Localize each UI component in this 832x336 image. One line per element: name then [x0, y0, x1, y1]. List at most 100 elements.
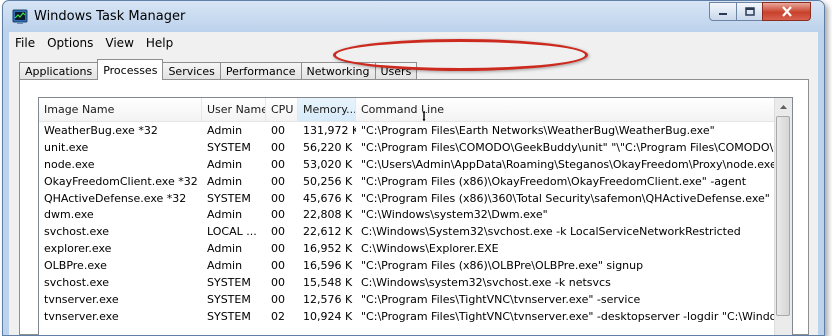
table-row[interactable]: tvnserver.exe SYSTEM 00 12,576 K "C:\Program…: [39, 291, 776, 308]
task-manager-icon: [12, 9, 28, 24]
cell-cpu: 00: [271, 225, 285, 239]
process-list[interactable]: Image Name User Name CPU Memory... Comma…: [38, 97, 793, 335]
cell-memory: 12,576 K: [303, 292, 353, 306]
cell-user-name: Admin: [207, 259, 243, 273]
table-row[interactable]: svchost.exe LOCAL ... 00 22,612 K C:\Windows…: [39, 223, 776, 240]
cell-cpu: 00: [271, 124, 285, 137]
cell-cpu: 00: [271, 174, 285, 188]
client-area: Applications Processes Services Performa…: [9, 54, 818, 335]
tab-services[interactable]: Services: [162, 62, 221, 80]
tab-processes[interactable]: Processes: [97, 59, 164, 80]
cell-image-name: unit.exe: [44, 140, 89, 154]
maximize-icon: [744, 7, 755, 16]
table-row[interactable]: node.exe Admin 00 53,020 K "C:\Users\Admin\A…: [39, 156, 776, 173]
cell-cpu: 00: [271, 292, 285, 306]
close-icon: [781, 6, 792, 17]
maximize-button[interactable]: [736, 2, 763, 21]
table-row[interactable]: OLBPre.exe Admin 00 16,596 K "C:\Program Fil…: [39, 257, 776, 274]
cell-image-name: tvnserver.exe: [44, 292, 119, 306]
scroll-thumb[interactable]: [776, 116, 790, 316]
cell-user-name: SYSTEM: [207, 276, 251, 290]
cell-image-name: tvnserver.exe: [44, 309, 119, 323]
cell-command-line: "C:\Program Files\TightVNC\tvnserver.exe…: [361, 292, 641, 306]
cell-command-line: "C:\Windows\system32\Dwm.exe": [361, 208, 548, 222]
column-header-image-name[interactable]: Image Name: [39, 98, 202, 121]
close-button[interactable]: [762, 2, 811, 21]
cell-image-name: svchost.exe: [44, 225, 110, 239]
column-header-memory[interactable]: Memory...: [298, 98, 356, 121]
menu-file[interactable]: File: [9, 36, 41, 50]
mouse-cursor-icon: [421, 110, 427, 122]
scroll-up-button[interactable]: [776, 99, 791, 114]
table-row[interactable]: tvnserver.exe SYSTEM 02 10,924 K "C:\Program…: [39, 308, 776, 325]
table-row[interactable]: svchost.exe SYSTEM 00 15,548 K C:\Windows\sy…: [39, 274, 776, 291]
cell-cpu: 00: [271, 259, 285, 273]
cell-user-name: SYSTEM: [207, 140, 251, 154]
cell-cpu: 00: [271, 208, 285, 222]
cell-memory: 53,020 K: [303, 157, 353, 171]
cell-memory: 10,924 K: [303, 309, 353, 323]
cell-command-line: "C:\Program Files (x86)\OkayFreedom\Okay…: [361, 174, 747, 188]
cell-command-line: C:\Windows\System32\svchost.exe -k Local…: [361, 225, 741, 239]
cell-command-line: "C:\Program Files (x86)\OLBPre\OLBPre.ex…: [361, 259, 644, 273]
table-row[interactable]: WeatherBug.exe *32 Admin 00 131,972 K "C:\Pr…: [39, 122, 776, 139]
cell-command-line: C:\Windows\Explorer.EXE: [361, 242, 499, 256]
cell-memory: 45,676 K: [303, 191, 353, 205]
tab-performance[interactable]: Performance: [219, 62, 302, 80]
cell-image-name: node.exe: [44, 157, 95, 171]
cell-cpu: 00: [271, 276, 285, 290]
cell-user-name: SYSTEM: [207, 309, 251, 323]
cell-memory: 22,808 K: [303, 208, 353, 222]
cell-user-name: SYSTEM: [207, 292, 251, 306]
cell-user-name: Admin: [207, 174, 243, 188]
cell-user-name: Admin: [207, 157, 243, 171]
cell-command-line: C:\Windows\system32\svchost.exe -k netsv…: [361, 276, 611, 290]
command-line-highlight-ring: [333, 39, 588, 71]
cell-command-line: "C:\Program Files\COMODO\GeekBuddy\unit"…: [361, 140, 776, 154]
processes-panel: Image Name User Name CPU Memory... Comma…: [19, 79, 809, 335]
cell-user-name: Admin: [207, 208, 243, 222]
menu-view[interactable]: View: [99, 36, 139, 50]
minimize-icon: [719, 12, 727, 15]
cell-cpu: 00: [271, 242, 285, 256]
cell-memory: 131,972 K: [303, 124, 356, 137]
cell-cpu: 00: [271, 140, 285, 154]
cell-user-name: SYSTEM: [207, 191, 251, 205]
menu-options[interactable]: Options: [41, 36, 99, 50]
table-row[interactable]: explorer.exe Admin 00 16,952 K C:\Windows\Ex…: [39, 240, 776, 257]
table-row[interactable]: unit.exe SYSTEM 00 56,220 K "C:\Program File…: [39, 139, 776, 156]
column-header-user-name[interactable]: User Name: [202, 98, 266, 121]
cell-image-name: dwm.exe: [44, 208, 94, 222]
menu-help[interactable]: Help: [140, 36, 179, 50]
cell-image-name: svchost.exe: [44, 276, 110, 290]
column-header-cpu[interactable]: CPU: [266, 98, 298, 121]
minimize-button[interactable]: [709, 2, 737, 21]
tab-applications[interactable]: Applications: [19, 62, 99, 80]
cell-cpu: 00: [271, 157, 285, 171]
cell-memory: 50,256 K: [303, 174, 353, 188]
chevron-up-icon: [780, 104, 787, 109]
cell-cpu: 02: [271, 309, 285, 323]
table-row[interactable]: OkayFreedomClient.exe *32 Admin 00 50,256 K…: [39, 173, 776, 190]
table-row[interactable]: QHActiveDefense.exe *32 SYSTEM 00 45,676 K "…: [39, 190, 776, 207]
cell-user-name: Admin: [207, 124, 243, 137]
column-header-row: Image Name User Name CPU Memory... Comma…: [39, 98, 776, 122]
cell-memory: 22,612 K: [303, 225, 353, 239]
table-row[interactable]: dwm.exe Admin 00 22,808 K "C:\Windows\system…: [39, 206, 776, 223]
cell-user-name: Admin: [207, 242, 243, 256]
cell-memory: 15,548 K: [303, 276, 353, 290]
cell-image-name: QHActiveDefense.exe *32: [44, 191, 187, 205]
title-bar[interactable]: Windows Task Manager: [3, 1, 824, 32]
cell-memory: 16,596 K: [303, 259, 353, 273]
cell-command-line: "C:\Program Files\TightVNC\tvnserver.exe…: [361, 309, 776, 323]
cell-cpu: 00: [271, 191, 285, 205]
cell-command-line: "C:\Program Files (x86)\360\Total Securi…: [361, 191, 770, 205]
task-manager-window: Windows Task Manager File Options View H…: [2, 0, 825, 336]
window-title: Windows Task Manager: [34, 9, 186, 24]
cell-memory: 56,220 K: [303, 140, 353, 154]
cell-command-line: "C:\Program Files\Earth Networks\Weather…: [361, 124, 715, 137]
cell-command-line: "C:\Users\Admin\AppData\Roaming\Steganos…: [361, 157, 776, 171]
process-rows: WeatherBug.exe *32 Admin 00 131,972 K "C:\Pr…: [39, 122, 776, 325]
vertical-scrollbar[interactable]: [774, 98, 792, 335]
cell-image-name: WeatherBug.exe *32: [44, 124, 158, 137]
